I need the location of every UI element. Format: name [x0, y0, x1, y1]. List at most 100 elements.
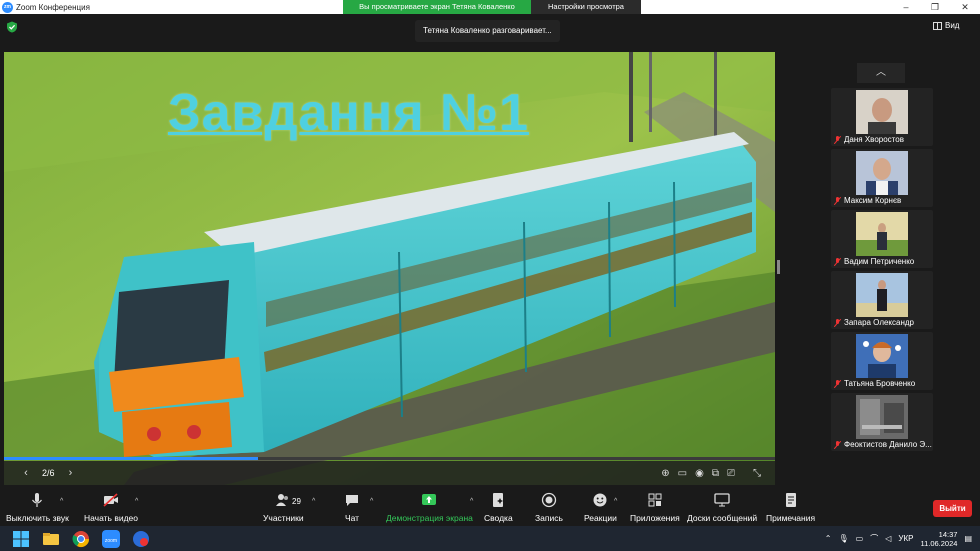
os-taskbar: zoom ⌃ 🎙 ▭ ⌒ ◁ УКР 14:37 11.06.2024 ▤ — [0, 526, 980, 551]
cast-icon[interactable]: ⎚ — [727, 468, 735, 479]
participant-tile[interactable]: Вадим Петриченко — [831, 210, 933, 268]
captions-icon[interactable]: ▭ — [678, 468, 687, 479]
participant-tile[interactable]: Татьяна Бровченко — [831, 332, 933, 390]
windows-start-icon[interactable] — [12, 530, 30, 548]
close-icon[interactable]: ✕ — [950, 0, 980, 14]
participant-video — [856, 395, 908, 439]
whiteboards-button[interactable]: Доски сообщений — [687, 488, 757, 526]
summary-icon — [493, 493, 504, 507]
summary-button[interactable]: Сводка — [484, 488, 513, 526]
next-slide-icon[interactable]: › — [61, 467, 81, 479]
clock[interactable]: 14:37 11.06.2024 — [920, 530, 957, 548]
reactions-icon — [593, 493, 607, 507]
svg-text:zoom: zoom — [105, 538, 117, 544]
participants-options-caret[interactable]: ^ — [312, 498, 315, 505]
record-icon — [541, 492, 557, 508]
chat-icon — [346, 495, 358, 506]
clock-time: 14:37 — [938, 529, 958, 539]
slide-page-number: 2/6 — [42, 468, 55, 478]
chat-button[interactable]: Чат — [344, 488, 360, 526]
participant-name: Феоктистов Данило Э... — [844, 440, 932, 449]
notifications-icon[interactable]: ▤ — [964, 534, 972, 543]
participant-name: Вадим Петриченко — [844, 257, 915, 266]
participant-name: Запара Олександр — [844, 318, 915, 327]
tray-volume-icon[interactable]: ◁ — [885, 534, 891, 543]
share-options-caret[interactable]: ^ — [470, 498, 473, 505]
participant-video — [856, 90, 908, 134]
participants-count: 29 — [292, 497, 301, 506]
minimize-icon[interactable]: – — [891, 0, 921, 14]
share-screen-icon — [422, 494, 437, 505]
participants-icon — [276, 494, 289, 506]
apps-button[interactable]: Приложения — [630, 488, 680, 526]
tray-network-icon[interactable]: ⌒ — [870, 533, 878, 544]
audio-icon[interactable]: ◉ — [695, 468, 704, 479]
slide-tools: ⊕ ▭ ◉ ⧉ ⎚ ⤡ — [661, 461, 761, 485]
slide-progress — [4, 457, 775, 460]
input-language[interactable]: УКР — [898, 534, 913, 543]
participant-tile[interactable]: Максим Корнєв — [831, 149, 933, 207]
slide-controls: ‹ 2/6 › ⊕ ▭ ◉ ⧉ ⎚ ⤡ — [4, 461, 775, 485]
view-label: Вид — [945, 21, 960, 30]
reactions-options-caret[interactable]: ^ — [614, 498, 617, 505]
muted-mic-icon — [834, 440, 841, 449]
chrome-icon[interactable] — [72, 530, 90, 548]
participant-name: Татьяна Бровченко — [844, 379, 916, 388]
view-button[interactable]: Вид — [933, 21, 959, 30]
meeting-toolbar: Выключить звук ^ Начать видео ^ Участник… — [0, 488, 980, 526]
tray-mic-icon[interactable]: 🎙 — [839, 534, 849, 543]
browser-icon[interactable] — [132, 530, 150, 548]
mute-options-caret[interactable]: ^ — [60, 498, 63, 505]
participant-tile[interactable]: Запара Олександр — [831, 271, 933, 329]
clock-date: 11.06.2024 — [920, 538, 958, 548]
notes-icon — [785, 493, 796, 507]
maximize-icon[interactable]: ❐ — [920, 0, 950, 14]
tray-chevron-icon[interactable]: ⌃ — [825, 534, 832, 543]
apps-icon — [648, 493, 662, 507]
participant-video — [856, 151, 908, 195]
reactions-button[interactable]: Реакции — [584, 488, 617, 526]
chat-options-caret[interactable]: ^ — [370, 498, 373, 505]
share-banner: Вы просматриваете экран Тетяна Коваленко — [343, 0, 531, 14]
prev-slide-icon[interactable]: ‹ — [16, 467, 36, 479]
panel-splitter[interactable] — [777, 260, 780, 274]
video-options-caret[interactable]: ^ — [135, 498, 138, 505]
zoom-app-icon[interactable]: zoom — [102, 529, 120, 548]
file-explorer-icon[interactable] — [42, 530, 60, 548]
zoom-logo-icon: zm — [2, 1, 13, 13]
participant-tile[interactable]: Даня Хворостов — [831, 88, 933, 146]
view-grid-icon — [933, 21, 942, 30]
slide-progress-fill — [4, 457, 259, 460]
participant-video — [856, 334, 908, 378]
active-speaker-label: Тетяна Коваленко разговаривает... — [415, 20, 560, 42]
participant-video — [856, 273, 908, 317]
security-shield-icon[interactable] — [6, 21, 18, 33]
start-video-button[interactable]: Начать видео — [84, 488, 138, 526]
system-tray: ⌃ 🎙 ▭ ⌒ ◁ УКР 14:37 11.06.2024 ▤ — [825, 526, 972, 551]
view-options-button[interactable]: Настройки просмотра — [531, 0, 641, 14]
muted-mic-icon — [834, 196, 841, 205]
muted-mic-icon — [834, 379, 841, 388]
zoom-in-icon[interactable]: ⊕ — [661, 468, 669, 479]
record-button[interactable]: Запись — [535, 488, 563, 526]
muted-mic-icon — [834, 135, 841, 144]
participant-tile[interactable]: Феоктистов Данило Э... — [831, 393, 933, 451]
title-bar: zm Zoom Конференция Вы просматриваете эк… — [0, 0, 980, 14]
monitor-icon[interactable]: ⧉ — [712, 468, 719, 479]
mute-button[interactable]: Выключить звук — [6, 488, 69, 526]
gallery-scroll-up-icon[interactable]: ︿ — [857, 63, 905, 83]
participants-button[interactable]: Участники — [263, 488, 304, 526]
share-screen-button[interactable]: Демонстрация экрана — [386, 488, 473, 526]
participant-video — [856, 212, 908, 256]
participant-name: Максим Корнєв — [844, 196, 902, 205]
leave-meeting-button[interactable]: Выйти — [933, 500, 972, 517]
fullscreen-icon[interactable]: ⤡ — [753, 468, 761, 479]
participant-name: Даня Хворостов — [844, 135, 904, 144]
whiteboard-icon — [714, 493, 730, 507]
app-title: Zoom Конференция — [16, 2, 90, 12]
muted-mic-icon — [834, 318, 841, 327]
tray-camera-icon[interactable]: ▭ — [856, 534, 864, 543]
video-off-icon — [103, 493, 118, 507]
notes-button[interactable]: Примечания — [766, 488, 815, 526]
microphone-icon — [32, 493, 43, 507]
